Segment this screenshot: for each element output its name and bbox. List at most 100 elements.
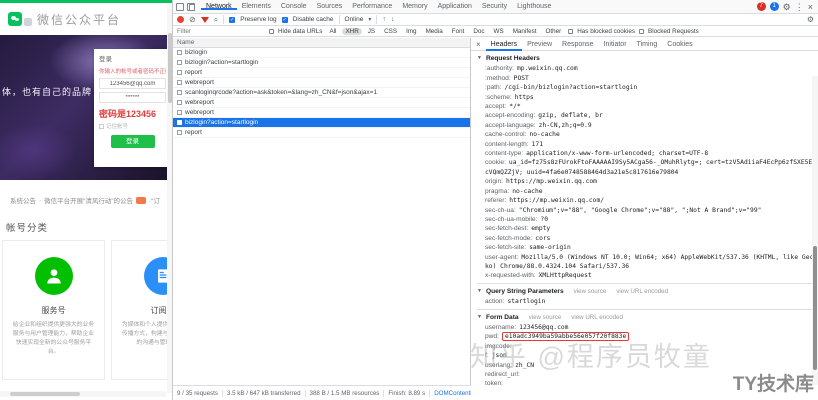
view-source-link[interactable]: view source: [529, 313, 562, 322]
service-account-card[interactable]: 服务号 给企业和组织提供更强大的业务服务与用户管理能力，帮助企业快速实现全新的公…: [2, 240, 105, 380]
resource-filter-pill[interactable]: Other: [543, 28, 565, 35]
network-request-row[interactable]: scanloginqrcode?action=ask&token=&lang=z…: [173, 88, 470, 98]
has-blocked-cookies-checkbox[interactable]: [568, 28, 574, 34]
network-request-row[interactable]: webreport: [173, 98, 470, 108]
form-data-list: username123456@qq.com pwde10adc3949ba59a…: [477, 323, 814, 385]
login-card: 登录 你输入的帐号或者密码不正确 密码是123456 记住帐号 登录: [94, 49, 171, 167]
request-name: scanloginqrcode?action=ask&token=&lang=z…: [185, 89, 378, 96]
network-request-row[interactable]: bizlogin?action=startlogin: [173, 118, 470, 128]
preserve-log-checkbox[interactable]: ✓: [229, 16, 236, 23]
query-string-section-header[interactable]: ▼ Query String Parameters view source vi…: [477, 286, 814, 297]
detail-scrollbar[interactable]: [812, 76, 818, 385]
login-button[interactable]: 登录: [110, 135, 155, 148]
network-settings-gear-icon[interactable]: ⚙: [807, 15, 814, 24]
header-row: originhttps://mp.weixin.qq.com: [477, 177, 814, 186]
toolbar-separator: [376, 15, 378, 24]
network-request-row[interactable]: webreport: [173, 108, 470, 118]
detail-tab[interactable]: Response: [557, 38, 599, 51]
issues-count-badge[interactable]: 1: [769, 2, 779, 11]
request-headers-section-header[interactable]: ▼ Request Headers: [477, 53, 814, 64]
resource-filter-pill[interactable]: Font: [449, 28, 468, 35]
chevron-down-icon: ▾: [368, 17, 372, 23]
request-doc-icon: [177, 50, 182, 55]
header-row: :schemehttps: [477, 93, 814, 102]
network-request-row[interactable]: bizlogin?action=startlogin: [173, 58, 470, 68]
resource-filter-pill[interactable]: JS: [365, 28, 378, 35]
resource-filter-pill[interactable]: All: [326, 28, 339, 35]
view-url-encoded-link[interactable]: view URL encoded: [571, 313, 623, 322]
remember-checkbox[interactable]: [99, 123, 104, 129]
header-value: /cgi-bin/bizlogin?action=startlogin: [504, 84, 638, 92]
kebab-menu-icon[interactable]: ⋮: [795, 2, 804, 12]
view-source-link[interactable]: view source: [574, 287, 607, 296]
header-row: accept-languagezh-CN,zh;q=0.9: [477, 121, 814, 130]
devtools-tab[interactable]: Application: [433, 3, 477, 10]
header-name: sec-fetch-mode: [485, 235, 532, 242]
filter-input[interactable]: [177, 27, 265, 35]
header-value: https: [514, 93, 534, 101]
header-name: content-length: [485, 141, 529, 148]
settings-gear-icon[interactable]: ⚙: [783, 2, 791, 12]
devtools-tab[interactable]: Console: [276, 3, 312, 10]
view-url-encoded-link[interactable]: view URL encoded: [616, 287, 668, 296]
detail-tab[interactable]: Preview: [522, 38, 557, 51]
devtools-tab[interactable]: Memory: [397, 3, 432, 10]
resource-filter-pill[interactable]: XHR: [342, 27, 362, 35]
resource-filter-pill[interactable]: CSS: [381, 28, 400, 35]
header-value: application/x-www-form-urlencoded; chars…: [526, 150, 709, 158]
devtools-tab[interactable]: Elements: [237, 3, 276, 10]
name-column-header[interactable]: Name: [173, 38, 470, 48]
record-icon[interactable]: [177, 16, 184, 23]
close-detail-icon[interactable]: ×: [473, 40, 484, 49]
resource-filter-pill[interactable]: Doc: [470, 28, 487, 35]
header-row: sec-fetch-destempty: [477, 224, 814, 233]
network-request-row[interactable]: report: [173, 128, 470, 138]
export-har-icon[interactable]: ↓: [391, 16, 395, 23]
form-data-title: Form Data: [485, 313, 519, 321]
network-request-row[interactable]: report: [173, 68, 470, 78]
blocked-requests-checkbox[interactable]: [639, 28, 645, 34]
email-field[interactable]: [99, 78, 166, 89]
devtools-tab[interactable]: Lighthouse: [512, 3, 556, 10]
hide-data-urls-checkbox[interactable]: [269, 28, 274, 34]
devtools-tab[interactable]: Performance: [347, 3, 397, 10]
form-data-section-header[interactable]: ▼ Form Data view source view URL encoded: [477, 312, 814, 323]
network-request-row[interactable]: bizlogin: [173, 48, 470, 58]
devtools-tab[interactable]: Network: [201, 3, 237, 10]
request-name: bizlogin?action=startlogin: [185, 119, 259, 126]
inspect-element-icon[interactable]: [176, 2, 184, 11]
detail-tab[interactable]: Timing: [632, 38, 663, 51]
login-error-message: 你输入的帐号或者密码不正确: [99, 69, 166, 75]
page-scrollbar-thumb[interactable]: [167, 33, 172, 103]
throttling-select[interactable]: Online: [345, 16, 364, 23]
close-devtools-icon[interactable]: ×: [808, 2, 813, 12]
announcement-link[interactable]: 微信平台开展“清风行动”的公告: [44, 195, 133, 205]
header-value: 171: [531, 140, 544, 148]
import-har-icon[interactable]: ↑: [382, 16, 386, 23]
resource-filter-pill[interactable]: WS: [491, 28, 507, 35]
resource-filter-pill[interactable]: Manifest: [510, 28, 540, 35]
resource-filter-pill[interactable]: Media: [423, 28, 446, 35]
detail-tab[interactable]: Initiator: [599, 38, 632, 51]
clear-icon[interactable]: ⊘: [189, 15, 196, 24]
device-toolbar-icon[interactable]: [187, 2, 195, 11]
resource-filter-pill[interactable]: Img: [403, 28, 420, 35]
detail-tab[interactable]: Cookies: [662, 38, 697, 51]
devtools-tab[interactable]: Sources: [312, 3, 348, 10]
horizontal-scrollbar[interactable]: [0, 391, 166, 397]
login-title: 登录: [99, 56, 112, 63]
devtools-tab[interactable]: Security: [477, 3, 512, 10]
remember-account-row[interactable]: 记住帐号: [99, 122, 166, 130]
hide-data-urls-label: Hide data URLs: [278, 27, 323, 35]
error-count-badge[interactable]: 7: [756, 2, 766, 11]
header-value: mp.weixin.qq.com: [516, 65, 578, 73]
disable-cache-checkbox[interactable]: ✓: [281, 16, 288, 23]
detail-tab[interactable]: Headers: [486, 38, 522, 51]
subscription-account-card[interactable]: 订阅号 为媒体和个人提供一种新的信息传播方式，构建与读者之间更好的沟通与管理模式…: [111, 240, 172, 380]
filter-funnel-icon[interactable]: [200, 16, 209, 23]
search-icon[interactable]: ⌕: [214, 15, 218, 25]
network-request-row[interactable]: webreport: [173, 78, 470, 88]
detail-scrollbar-thumb[interactable]: [813, 245, 817, 370]
password-field[interactable]: [99, 92, 166, 103]
horizontal-scrollbar-thumb[interactable]: [10, 392, 80, 396]
